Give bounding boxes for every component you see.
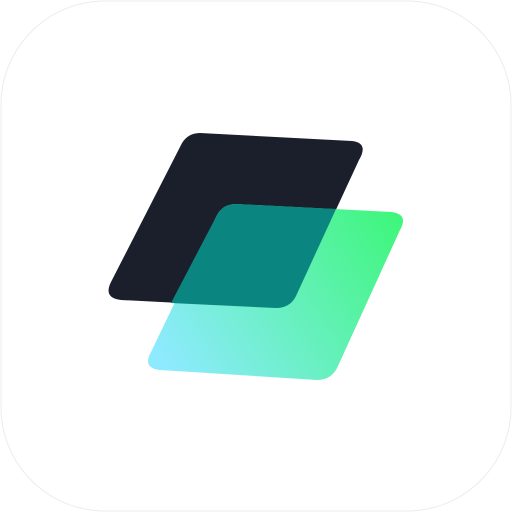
app-icon bbox=[0, 0, 512, 512]
